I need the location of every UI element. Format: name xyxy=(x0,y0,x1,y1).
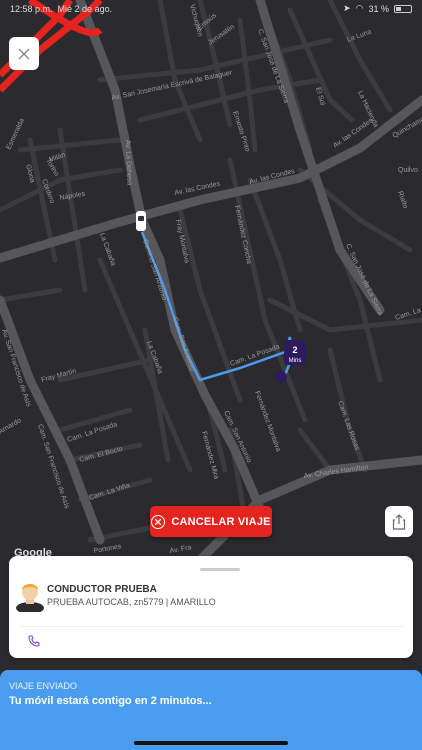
card-divider xyxy=(19,626,403,627)
wifi-icon: ◠ xyxy=(355,3,364,13)
driver-vehicle-info: PRUEBA AUTOCAB, zn5779 | AMARILLO xyxy=(47,597,216,607)
eta-badge: 2 Mins xyxy=(284,340,306,365)
car-marker-icon xyxy=(136,211,146,231)
status-time: 12:58 p.m. Mié 2 de ago. xyxy=(10,4,113,14)
street-label: Quilvo xyxy=(398,167,418,174)
driver-name: CONDUCTOR PRUEBA xyxy=(47,584,157,595)
driver-card[interactable]: CONDUCTOR PRUEBA PRUEBA AUTOCAB, zn5779 … xyxy=(9,556,413,658)
cancel-button-label: CANCELAR VIAJE xyxy=(171,515,271,528)
trip-status-label: VIAJE ENVIADO xyxy=(9,681,78,691)
cancel-trip-button[interactable]: CANCELAR VIAJE xyxy=(150,506,272,537)
close-icon xyxy=(18,48,30,59)
driver-avatar-icon xyxy=(16,584,44,612)
eta-unit: Mins xyxy=(289,358,302,364)
eta-value: 2 xyxy=(292,345,297,355)
battery-label: 31 % xyxy=(368,3,389,14)
share-button[interactable] xyxy=(385,506,413,537)
destination-marker xyxy=(275,371,287,383)
cancel-icon xyxy=(151,514,166,529)
battery-icon xyxy=(394,4,412,13)
trip-status-message: Tu móvil estará contigo en 2 minutos... xyxy=(9,695,212,707)
home-indicator[interactable] xyxy=(134,741,288,745)
share-icon xyxy=(392,513,406,530)
location-icon: ➤ xyxy=(343,3,351,13)
trip-status-panel: VIAJE ENVIADO Tu móvil estará contigo en… xyxy=(0,670,422,750)
drag-handle[interactable] xyxy=(200,568,240,571)
status-bar: 12:58 p.m. Mié 2 de ago. ➤ ◠ 31 % xyxy=(0,0,422,18)
status-right: ➤ ◠ 31 % xyxy=(343,3,412,14)
close-button[interactable] xyxy=(9,37,39,70)
phone-icon[interactable] xyxy=(28,635,40,647)
